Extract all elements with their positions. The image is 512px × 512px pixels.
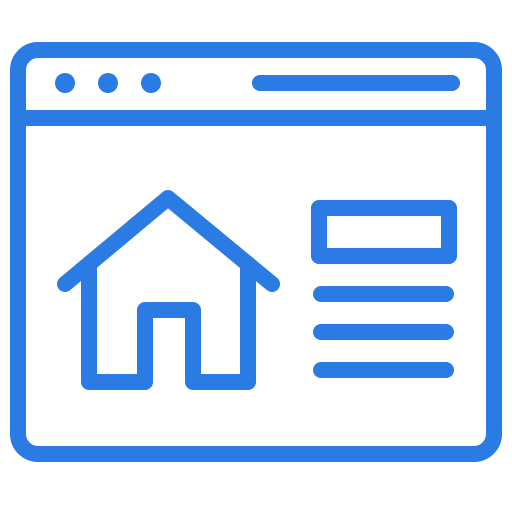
window-dot-2 (98, 73, 118, 93)
icon-group (10, 42, 502, 462)
house-body (81, 256, 256, 390)
window-dot-1 (55, 73, 75, 93)
website-home-page-icon (0, 0, 512, 512)
content-block (311, 200, 457, 264)
window-dot-3 (141, 73, 161, 93)
website-home-page-graphic (10, 42, 502, 462)
